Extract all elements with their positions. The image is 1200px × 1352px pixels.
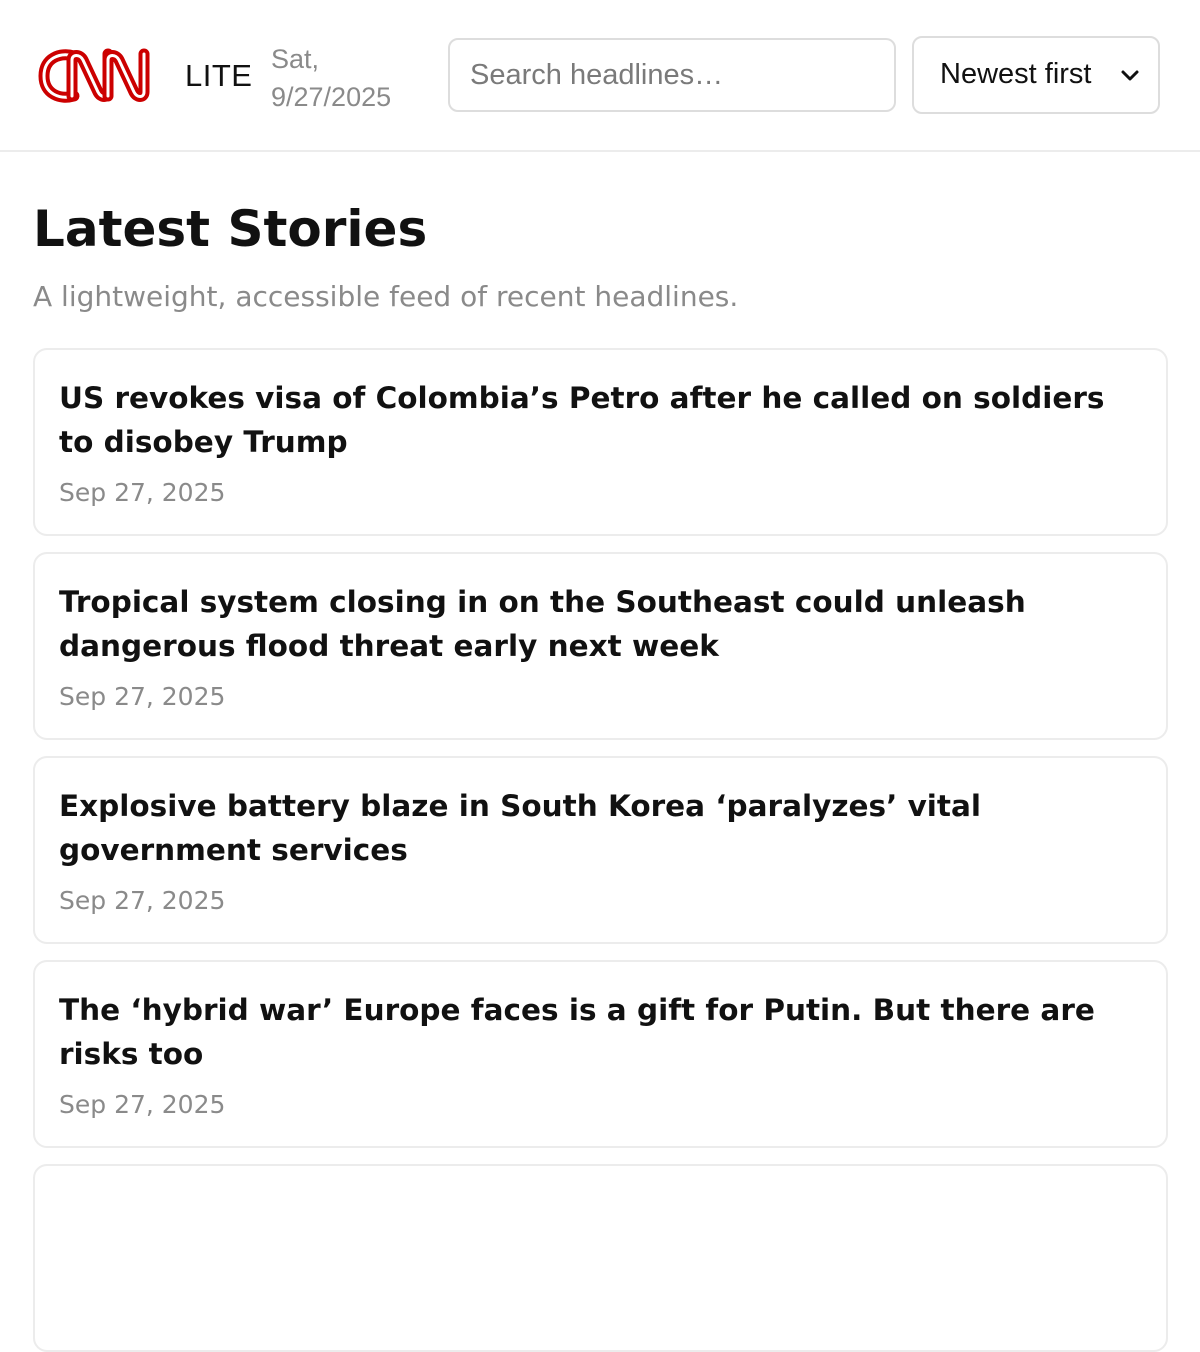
story-card[interactable]: The ‘hybrid war’ Europe faces is a gift …: [33, 960, 1168, 1148]
cnn-logo-icon: [38, 48, 150, 103]
search-input[interactable]: [448, 38, 896, 112]
story-card[interactable]: US revokes visa of Colombia’s Petro afte…: [33, 348, 1168, 536]
story-card[interactable]: Tropical system closing in on the Southe…: [33, 552, 1168, 740]
current-date-day: Sat,: [271, 44, 320, 74]
story-card[interactable]: Explosive battery blaze in South Korea ‘…: [33, 756, 1168, 944]
story-title[interactable]: Explosive battery blaze in South Korea ‘…: [59, 784, 1142, 872]
story-date: Sep 27, 2025: [59, 478, 226, 507]
site-header: LITE Sat, 9/27/2025 Newest first: [0, 0, 1200, 152]
story-title[interactable]: Tropical system closing in on the Southe…: [59, 580, 1142, 668]
page-title: Latest Stories: [33, 200, 428, 258]
story-title[interactable]: US revokes visa of Colombia’s Petro afte…: [59, 376, 1142, 464]
story-date: Sep 27, 2025: [59, 886, 226, 915]
story-card-partial[interactable]: [33, 1164, 1168, 1352]
sort-selected-value: Newest first: [940, 58, 1092, 90]
current-date-full: 9/27/2025: [271, 82, 392, 112]
story-date: Sep 27, 2025: [59, 1090, 226, 1119]
current-date: Sat, 9/27/2025: [271, 40, 391, 116]
page-subtitle: A lightweight, accessible feed of recent…: [33, 280, 739, 313]
sort-select[interactable]: Newest first: [912, 36, 1160, 114]
story-date: Sep 27, 2025: [59, 682, 226, 711]
chevron-down-icon: [1121, 70, 1139, 81]
lite-label: LITE: [185, 58, 253, 93]
cnn-logo[interactable]: [38, 46, 162, 106]
story-title[interactable]: The ‘hybrid war’ Europe faces is a gift …: [59, 988, 1142, 1076]
